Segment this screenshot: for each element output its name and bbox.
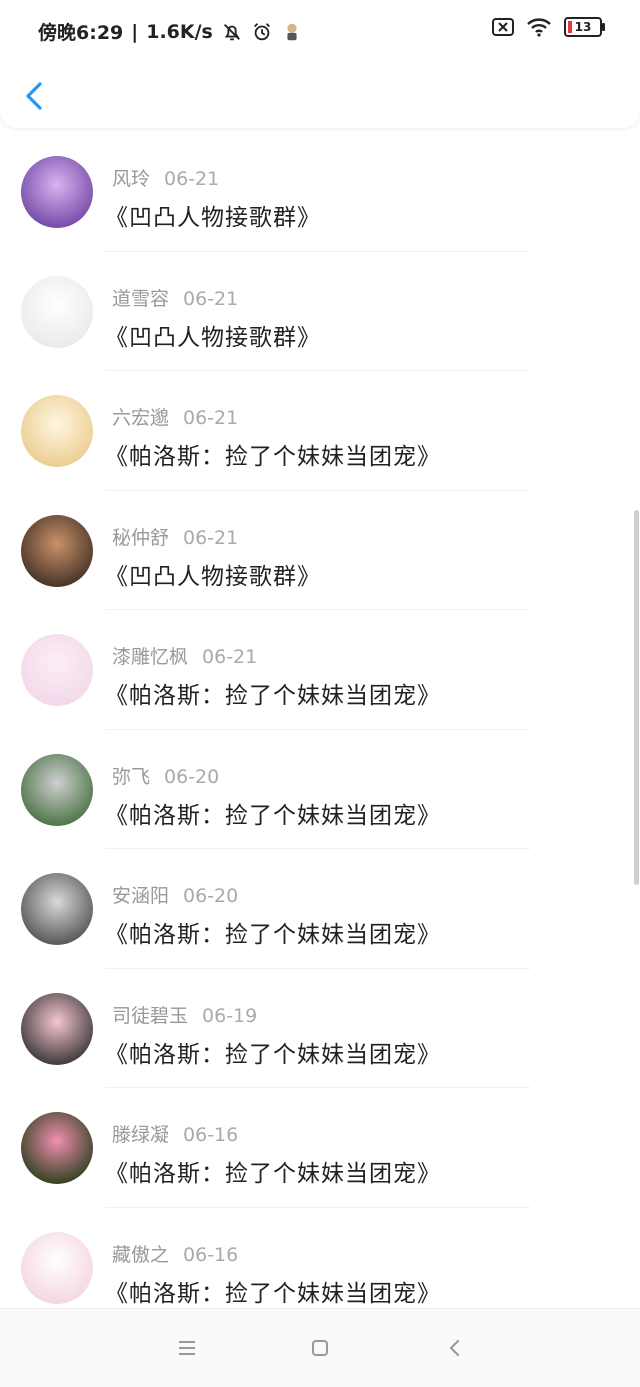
status-bar: 傍晚6:29 | 1.6K/s 13 bbox=[0, 0, 640, 58]
list-item[interactable]: 道雪容 06-21 《凹凸人物接歌群》 bbox=[0, 252, 640, 371]
comment-date: 06-21 bbox=[183, 287, 239, 310]
app-notification-icon bbox=[287, 23, 297, 40]
home-square-icon[interactable] bbox=[309, 1337, 331, 1359]
avatar[interactable] bbox=[21, 156, 93, 228]
list-item[interactable]: 漆雕忆枫 06-21 《帕洛斯：捡了个妹妹当团宠》 bbox=[0, 610, 640, 730]
comment-text: 《帕洛斯：捡了个妹妹当团宠》 bbox=[105, 683, 441, 709]
comment-text: 《凹凸人物接歌群》 bbox=[105, 205, 321, 231]
avatar[interactable] bbox=[21, 1112, 93, 1184]
list-item[interactable]: 风玲 06-21 《凹凸人物接歌群》 bbox=[0, 132, 640, 252]
battery-level: 13 bbox=[574, 20, 592, 34]
list-item[interactable]: 藏傲之 06-16 《帕洛斯：捡了个妹妹当团宠》 bbox=[0, 1208, 640, 1310]
scrollbar[interactable] bbox=[634, 510, 639, 885]
alarm-clock-icon bbox=[253, 22, 270, 40]
commenter-name[interactable]: 藏傲之 bbox=[112, 1244, 169, 1266]
commenter-name[interactable]: 漆雕忆枫 bbox=[112, 646, 188, 668]
wifi-icon bbox=[527, 18, 551, 37]
comment-date: 06-20 bbox=[164, 765, 220, 788]
avatar[interactable] bbox=[21, 395, 93, 467]
comment-date: 06-20 bbox=[183, 885, 239, 907]
battery-icon: 13 bbox=[564, 17, 605, 37]
list-item[interactable]: 司徒碧玉 06-19 《帕洛斯：捡了个妹妹当团宠》 bbox=[0, 969, 640, 1088]
comment-text: 《帕洛斯：捡了个妹妹当团宠》 bbox=[105, 1041, 441, 1068]
avatar[interactable] bbox=[21, 873, 93, 945]
comment-text: 《帕洛斯：捡了个妹妹当团宠》 bbox=[105, 444, 441, 470]
commenter-name[interactable]: 滕绿凝 bbox=[112, 1124, 169, 1146]
comment-date: 06-21 bbox=[202, 646, 258, 668]
list-item[interactable]: 秘仲舒 06-21 《凹凸人物接歌群》 bbox=[0, 491, 640, 610]
comment-text: 《帕洛斯：捡了个妹妹当团宠》 bbox=[105, 802, 441, 829]
avatar[interactable] bbox=[21, 275, 93, 348]
top-app-bar: 傍晚6:29 | 1.6K/s 13 bbox=[0, 0, 640, 128]
comment-date: 06-19 bbox=[202, 1004, 258, 1027]
comment-date: 06-16 bbox=[183, 1243, 239, 1266]
avatar[interactable] bbox=[21, 992, 93, 1065]
comment-date: 06-21 bbox=[183, 407, 239, 429]
list-item[interactable]: 滕绿凝 06-16 《帕洛斯：捡了个妹妹当团宠》 bbox=[0, 1088, 640, 1208]
commenter-name[interactable]: 秘仲舒 bbox=[112, 527, 169, 549]
comment-text: 《帕洛斯：捡了个妹妹当团宠》 bbox=[105, 1161, 441, 1187]
comment-text: 《帕洛斯：捡了个妹妹当团宠》 bbox=[105, 1280, 441, 1307]
comment-text: 《凹凸人物接歌群》 bbox=[105, 563, 321, 590]
avatar[interactable] bbox=[21, 634, 93, 706]
comment-list[interactable]: 风玲 06-21 《凹凸人物接歌群》 道雪容 06-21 《凹凸人物接歌群》 六宏邈 06-2… bbox=[0, 132, 640, 1309]
avatar[interactable] bbox=[21, 1231, 93, 1304]
back-triangle-icon[interactable] bbox=[444, 1337, 466, 1359]
status-time: 傍晚6:29 bbox=[38, 22, 124, 44]
avatar[interactable] bbox=[21, 514, 93, 587]
commenter-name[interactable]: 道雪容 bbox=[112, 288, 169, 310]
comment-date: 06-21 bbox=[183, 526, 239, 549]
system-nav-bar bbox=[0, 1308, 640, 1387]
no-sim-icon bbox=[492, 18, 514, 36]
list-item[interactable]: 六宏邈 06-21 《帕洛斯：捡了个妹妹当团宠》 bbox=[0, 371, 640, 491]
comment-date: 06-16 bbox=[183, 1124, 239, 1146]
menu-icon[interactable] bbox=[176, 1337, 198, 1359]
comment-text: 《帕洛斯：捡了个妹妹当团宠》 bbox=[105, 922, 441, 948]
avatar[interactable] bbox=[21, 753, 93, 826]
list-item[interactable]: 安涵阳 06-20 《帕洛斯：捡了个妹妹当团宠》 bbox=[0, 849, 640, 969]
commenter-name[interactable]: 风玲 bbox=[112, 168, 150, 190]
network-speed: 1.6K/s bbox=[146, 20, 213, 43]
commenter-name[interactable]: 安涵阳 bbox=[112, 885, 169, 907]
chevron-left-icon[interactable] bbox=[20, 78, 50, 114]
comment-date: 06-21 bbox=[164, 168, 220, 190]
commenter-name[interactable]: 司徒碧玉 bbox=[112, 1005, 188, 1027]
commenter-name[interactable]: 弥飞 bbox=[112, 766, 150, 788]
commenter-name[interactable]: 六宏邈 bbox=[112, 407, 169, 429]
list-item[interactable]: 弥飞 06-20 《帕洛斯：捡了个妹妹当团宠》 bbox=[0, 730, 640, 849]
bell-off-icon bbox=[223, 23, 240, 40]
comment-text: 《凹凸人物接歌群》 bbox=[105, 324, 321, 351]
status-separator: | bbox=[131, 20, 139, 43]
